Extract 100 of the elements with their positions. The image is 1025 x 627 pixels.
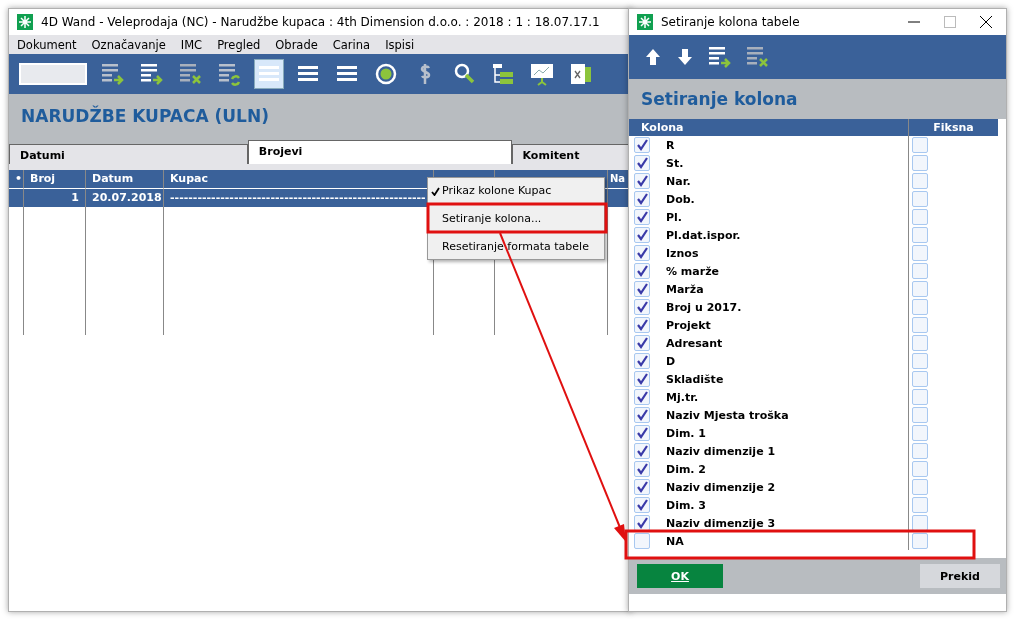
down-arrow-icon[interactable] bbox=[675, 47, 695, 67]
checkbox[interactable] bbox=[634, 479, 650, 495]
column-name: D bbox=[666, 354, 676, 368]
menu-item[interactable]: IMC bbox=[180, 37, 203, 52]
menu-item[interactable]: Označavanje bbox=[91, 37, 166, 52]
checkbox[interactable] bbox=[634, 137, 650, 153]
checkbox[interactable] bbox=[634, 443, 650, 459]
column-header[interactable]: • bbox=[9, 170, 24, 188]
checkbox[interactable] bbox=[912, 353, 928, 369]
checkbox[interactable] bbox=[634, 389, 650, 405]
column-name: Adresant bbox=[666, 336, 723, 350]
column-name: Mj.tr. bbox=[666, 390, 699, 404]
check-icon bbox=[431, 187, 440, 196]
checkbox[interactable] bbox=[634, 335, 650, 351]
checkbox[interactable] bbox=[912, 299, 928, 315]
checkbox[interactable] bbox=[634, 191, 650, 207]
menu-item[interactable]: Dokument bbox=[17, 37, 77, 52]
menu-item[interactable]: Carina bbox=[332, 37, 371, 52]
checkbox[interactable] bbox=[634, 173, 650, 189]
checkbox[interactable] bbox=[912, 317, 928, 333]
dialog-title: Setiranje kolona tabele bbox=[661, 15, 800, 29]
ok-button[interactable]: OK bbox=[637, 564, 723, 588]
checkbox[interactable] bbox=[912, 389, 928, 405]
column-name: Dim. 1 bbox=[666, 426, 707, 440]
checkbox[interactable] bbox=[634, 533, 650, 549]
checkbox[interactable] bbox=[634, 353, 650, 369]
column-name: % marže bbox=[666, 264, 720, 278]
column-name: Dim. 2 bbox=[666, 462, 707, 476]
app-logo-icon bbox=[637, 14, 653, 30]
column-name: Pl.dat.ispor. bbox=[666, 228, 741, 242]
up-arrow-icon[interactable] bbox=[643, 47, 663, 67]
checkbox[interactable] bbox=[912, 515, 928, 531]
column-name: R bbox=[666, 138, 675, 152]
checkbox[interactable] bbox=[912, 533, 928, 549]
checkbox[interactable] bbox=[912, 245, 928, 261]
checkbox[interactable] bbox=[912, 335, 928, 351]
checkbox[interactable] bbox=[912, 155, 928, 171]
checkbox[interactable] bbox=[912, 497, 928, 513]
checkbox[interactable] bbox=[634, 371, 650, 387]
checkbox[interactable] bbox=[634, 515, 650, 531]
checkbox[interactable] bbox=[634, 263, 650, 279]
column-name: Pl. bbox=[666, 210, 682, 224]
checkbox[interactable] bbox=[912, 137, 928, 153]
checkbox[interactable] bbox=[912, 191, 928, 207]
column-name: Broj u 2017. bbox=[666, 300, 742, 314]
checkbox[interactable] bbox=[634, 245, 650, 261]
column-header[interactable]: Broj bbox=[24, 170, 86, 188]
column-name: Iznos bbox=[666, 246, 699, 260]
checkbox[interactable] bbox=[912, 443, 928, 459]
column-name: Dob. bbox=[666, 192, 695, 206]
checkbox[interactable] bbox=[912, 371, 928, 387]
checkbox[interactable] bbox=[634, 407, 650, 423]
checkbox[interactable] bbox=[912, 209, 928, 225]
checkbox[interactable] bbox=[912, 461, 928, 477]
column-name: Marža bbox=[666, 282, 704, 296]
table-cell: 20.07.2018 bbox=[86, 188, 164, 207]
dialog-heading: Setiranje kolona bbox=[641, 89, 798, 109]
checkbox[interactable] bbox=[634, 461, 650, 477]
column-name: Naziv dimenzije 1 bbox=[666, 444, 776, 458]
cancel-button[interactable]: Prekid bbox=[920, 564, 1000, 588]
checkbox[interactable] bbox=[634, 497, 650, 513]
menu-item[interactable]: Setiranje kolona... bbox=[428, 208, 604, 229]
checkbox[interactable] bbox=[912, 173, 928, 189]
column-name: Projekt bbox=[666, 318, 711, 332]
menu-item[interactable]: Resetiranje formata tabele bbox=[428, 236, 604, 257]
column-name: Naziv dimenzije 2 bbox=[666, 480, 776, 494]
checkbox[interactable] bbox=[634, 155, 650, 171]
checkbox[interactable] bbox=[634, 425, 650, 441]
column-name: Nar. bbox=[666, 174, 691, 188]
column-name: NA bbox=[666, 534, 684, 548]
menu-item[interactable]: Ispisi bbox=[385, 37, 415, 52]
checkbox[interactable] bbox=[634, 299, 650, 315]
column-name: Naziv dimenzije 3 bbox=[666, 516, 776, 530]
column-name: Naziv Mjesta troška bbox=[666, 408, 789, 422]
page-title: NARUDŽBE KUPACA (ULN) bbox=[21, 106, 269, 126]
checkbox[interactable] bbox=[634, 209, 650, 225]
checkbox[interactable] bbox=[912, 407, 928, 423]
app-logo-icon bbox=[17, 14, 33, 30]
tab[interactable]: Komitent bbox=[511, 144, 631, 164]
column-header: Fiksna bbox=[932, 120, 975, 136]
checkbox[interactable] bbox=[912, 281, 928, 297]
checkbox[interactable] bbox=[912, 227, 928, 243]
list-arrow-icon[interactable] bbox=[707, 44, 733, 70]
checkbox[interactable] bbox=[634, 317, 650, 333]
checkbox[interactable] bbox=[912, 479, 928, 495]
checkbox[interactable] bbox=[634, 227, 650, 243]
menu-item[interactable]: Pregled bbox=[217, 37, 261, 52]
column-name: St. bbox=[666, 156, 684, 170]
menu-item[interactable]: Obrade bbox=[275, 37, 318, 52]
search-field[interactable] bbox=[19, 63, 87, 85]
checkbox[interactable] bbox=[912, 425, 928, 441]
column-header[interactable]: Kupac bbox=[164, 170, 434, 188]
checkbox[interactable] bbox=[634, 281, 650, 297]
close-icon[interactable] bbox=[980, 16, 992, 28]
column-name: Skladište bbox=[666, 372, 724, 386]
checkbox[interactable] bbox=[912, 263, 928, 279]
tab[interactable]: Datumi bbox=[9, 144, 248, 164]
tab[interactable]: Brojevi bbox=[247, 140, 512, 164]
column-name: Dim. 3 bbox=[666, 498, 707, 512]
column-header[interactable]: Datum bbox=[86, 170, 164, 188]
